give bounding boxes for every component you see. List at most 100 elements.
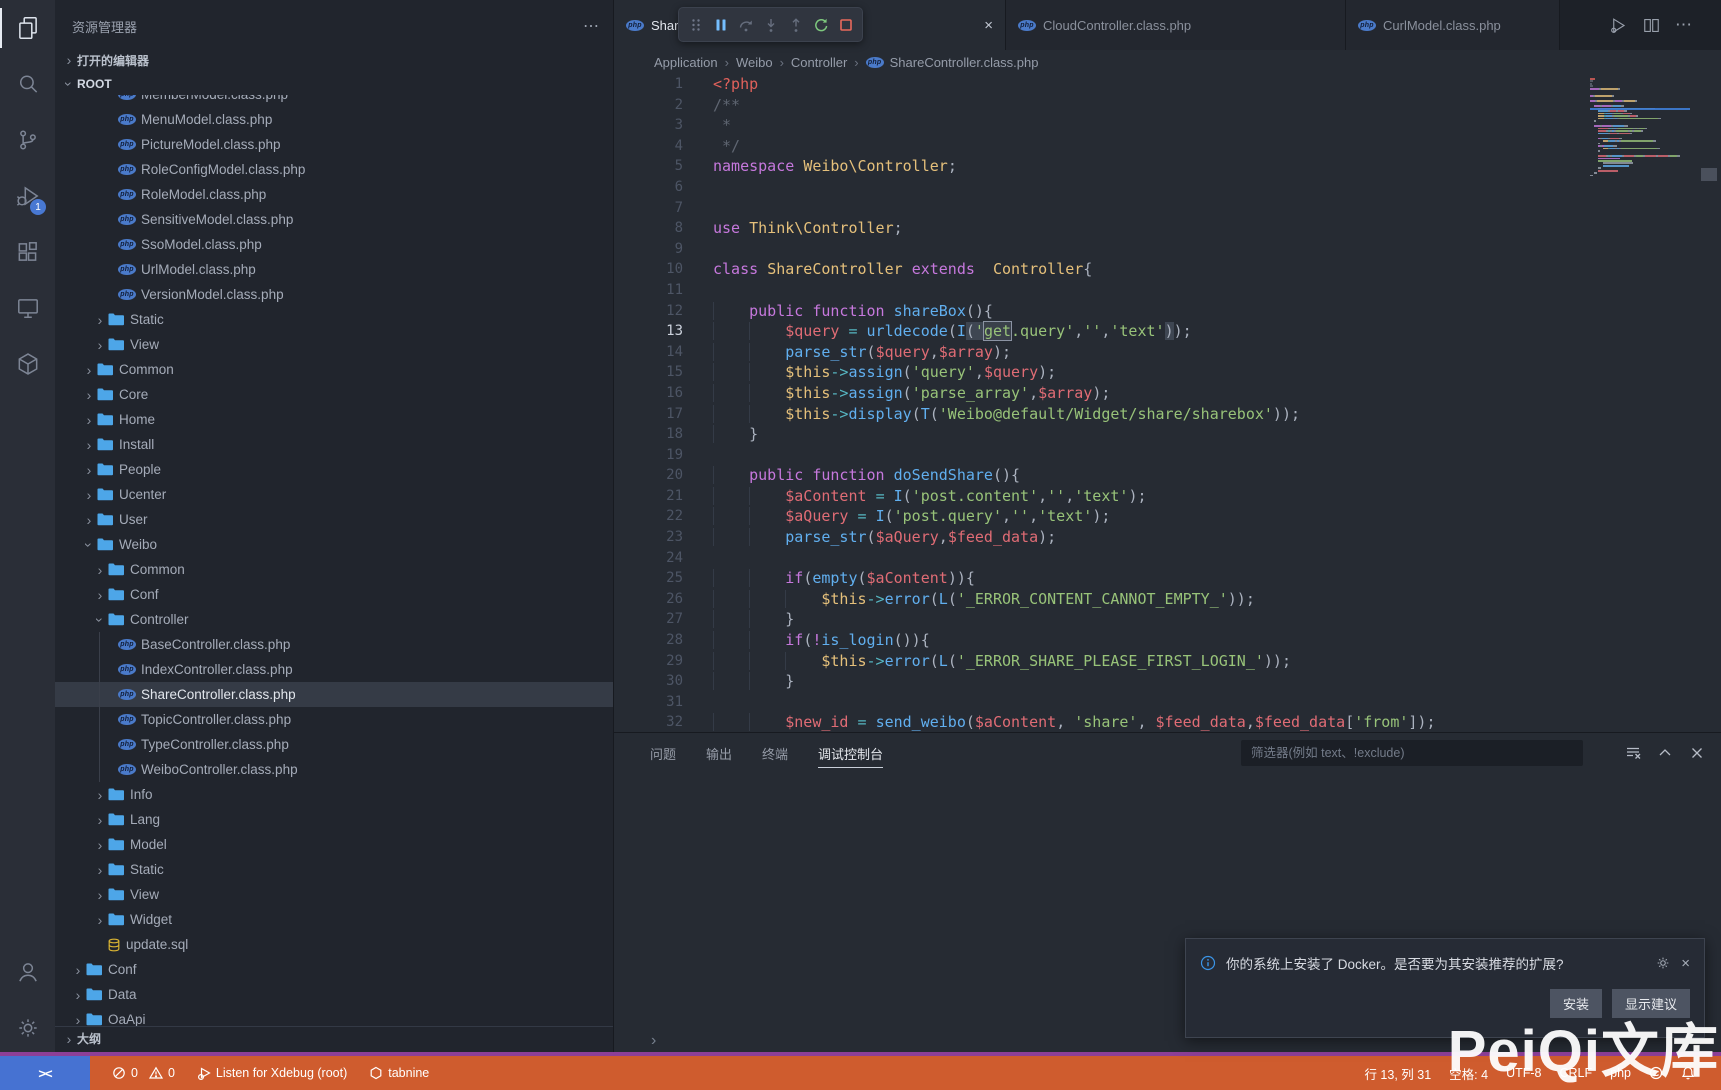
- tree-item-Ucenter[interactable]: › Ucenter: [55, 482, 613, 507]
- line-number[interactable]: 25: [614, 568, 683, 589]
- encoding-status[interactable]: UTF-8: [1506, 1066, 1541, 1080]
- clear-console-icon[interactable]: [1625, 745, 1641, 761]
- collapse-panel-icon[interactable]: [1657, 745, 1673, 761]
- breadcrumb-item[interactable]: Weibo: [736, 55, 773, 70]
- feedback-smiley-icon[interactable]: [1649, 1066, 1663, 1080]
- tree-item-TopicController.class.php[interactable]: php TopicController.class.php: [55, 707, 613, 732]
- line-number[interactable]: 1: [614, 74, 683, 95]
- tree-item-Controller[interactable]: › Controller: [55, 607, 613, 632]
- code-line[interactable]: namespace Weibo\Controller;: [713, 156, 1581, 177]
- line-number[interactable]: 20: [614, 465, 683, 486]
- step-out-icon[interactable]: [785, 12, 806, 38]
- line-number[interactable]: 24: [614, 548, 683, 569]
- code-line[interactable]: }: [713, 671, 1581, 692]
- language-status[interactable]: php: [1610, 1066, 1631, 1080]
- line-number[interactable]: 11: [614, 280, 683, 301]
- code-line[interactable]: }: [713, 609, 1581, 630]
- notification-button-显示建议[interactable]: 显示建议: [1611, 989, 1690, 1018]
- tree-item-SensitiveModel.class.php[interactable]: php SensitiveModel.class.php: [55, 207, 613, 232]
- pause-icon[interactable]: [710, 12, 731, 38]
- code-line[interactable]: [713, 198, 1581, 219]
- activity-package-icon[interactable]: [0, 336, 55, 392]
- tree-item-BaseController.class.php[interactable]: php BaseController.class.php: [55, 632, 613, 657]
- tree-item-Conf[interactable]: › Conf: [55, 582, 613, 607]
- activity-remote-explorer-icon[interactable]: [0, 280, 55, 336]
- line-number[interactable]: 30: [614, 671, 683, 692]
- tree-item-Conf[interactable]: › Conf: [55, 957, 613, 982]
- code-line[interactable]: <?php: [713, 74, 1581, 95]
- code-line[interactable]: */: [713, 136, 1581, 157]
- minimap[interactable]: [1590, 78, 1690, 177]
- line-number[interactable]: 28: [614, 630, 683, 651]
- close-panel-icon[interactable]: [1689, 745, 1705, 761]
- tabnine-status[interactable]: tabnine: [369, 1066, 429, 1080]
- close-icon[interactable]: ×: [984, 17, 993, 34]
- outline-section[interactable]: › 大纲: [55, 1026, 613, 1050]
- tree-item-Static[interactable]: › Static: [55, 857, 613, 882]
- code-line[interactable]: $this->display(T('Weibo@default/Widget/s…: [713, 404, 1581, 425]
- gripper-icon[interactable]: [685, 12, 706, 38]
- tree-item-RoleConfigModel.class.php[interactable]: php RoleConfigModel.class.php: [55, 157, 613, 182]
- code-line[interactable]: public function shareBox(){: [713, 301, 1581, 322]
- tree-item-Model[interactable]: › Model: [55, 832, 613, 857]
- eol-status[interactable]: CRLF: [1559, 1066, 1592, 1080]
- code-line[interactable]: [713, 548, 1581, 569]
- panel-tab-调试控制台[interactable]: 调试控制台: [818, 733, 884, 773]
- line-number[interactable]: 15: [614, 362, 683, 383]
- tree-item-Info[interactable]: › Info: [55, 782, 613, 807]
- code-line[interactable]: $aQuery = I('post.query','','text');: [713, 506, 1581, 527]
- line-number[interactable]: 10: [614, 259, 683, 280]
- more-actions-icon[interactable]: ⋯: [583, 16, 599, 36]
- tree-item-Weibo[interactable]: › Weibo: [55, 532, 613, 557]
- stop-icon[interactable]: [835, 12, 856, 38]
- line-number[interactable]: 16: [614, 383, 683, 404]
- panel-tab-问题[interactable]: 问题: [650, 733, 676, 773]
- restart-icon[interactable]: [810, 12, 831, 38]
- tree-item-RoleModel.class.php[interactable]: php RoleModel.class.php: [55, 182, 613, 207]
- open-editors-section[interactable]: › 打开的编辑器: [55, 48, 613, 72]
- panel-tab-终端[interactable]: 终端: [762, 733, 788, 773]
- step-over-icon[interactable]: [735, 12, 756, 38]
- notification-button-安装[interactable]: 安装: [1549, 989, 1602, 1018]
- tree-item-Common[interactable]: › Common: [55, 557, 613, 582]
- line-number[interactable]: 31: [614, 692, 683, 713]
- indent-status[interactable]: 空格: 4: [1449, 1064, 1488, 1083]
- tree-item-Static[interactable]: › Static: [55, 307, 613, 332]
- code-line[interactable]: parse_str($aQuery,$feed_data);: [713, 527, 1581, 548]
- line-number[interactable]: 29: [614, 651, 683, 672]
- root-section[interactable]: › ROOT: [55, 72, 613, 95]
- line-col-status[interactable]: 行 13, 列 31: [1364, 1064, 1431, 1083]
- tree-item-OaApi[interactable]: › OaApi: [55, 1007, 613, 1027]
- line-number[interactable]: 7: [614, 198, 683, 219]
- gear-icon[interactable]: [1655, 955, 1671, 971]
- code-line[interactable]: $this->assign('query',$query);: [713, 362, 1581, 383]
- line-number[interactable]: 14: [614, 342, 683, 363]
- tree-item-Common[interactable]: › Common: [55, 357, 613, 382]
- code-line[interactable]: [713, 692, 1581, 713]
- editor-tab-CurlModel.class.php[interactable]: php CurlModel.class.php: [1346, 0, 1560, 50]
- step-into-icon[interactable]: [760, 12, 781, 38]
- code-line[interactable]: $this->assign('parse_array',$array);: [713, 383, 1581, 404]
- line-number[interactable]: 13: [614, 321, 683, 342]
- activity-explorer-icon[interactable]: [0, 0, 55, 56]
- tree-item-PictureModel.class.php[interactable]: php PictureModel.class.php: [55, 132, 613, 157]
- code-line[interactable]: use Think\Controller;: [713, 218, 1581, 239]
- code-editor[interactable]: 1 2 3 4 5 6 7 8 9 10 11 12 13 14 15 16 17 18 19 20 21 22 23 24 2…: [614, 74, 1721, 732]
- code-line[interactable]: if(empty($aContent)){: [713, 568, 1581, 589]
- problems-status[interactable]: 0 0: [112, 1066, 175, 1080]
- editor-tab-CloudController.class.php[interactable]: php CloudController.class.php: [1006, 0, 1346, 50]
- activity-account-icon[interactable]: [0, 944, 55, 1000]
- breadcrumb-item[interactable]: php ShareController.class.php: [865, 55, 1038, 70]
- code-line[interactable]: /**: [713, 95, 1581, 116]
- tree-item-View[interactable]: › View: [55, 332, 613, 357]
- tree-item-update.sql[interactable]: update.sql: [55, 932, 613, 957]
- line-number[interactable]: 18: [614, 424, 683, 445]
- code-line[interactable]: [713, 239, 1581, 260]
- line-number[interactable]: 27: [614, 609, 683, 630]
- activity-extensions-icon[interactable]: [0, 224, 55, 280]
- code-line[interactable]: $this->error(L('_ERROR_CONTENT_CANNOT_EM…: [713, 589, 1581, 610]
- code-line[interactable]: $query = urldecode(I('get.query','','tex…: [713, 321, 1581, 342]
- code-line[interactable]: [713, 280, 1581, 301]
- activity-source-control-icon[interactable]: [0, 112, 55, 168]
- tree-item-Home[interactable]: › Home: [55, 407, 613, 432]
